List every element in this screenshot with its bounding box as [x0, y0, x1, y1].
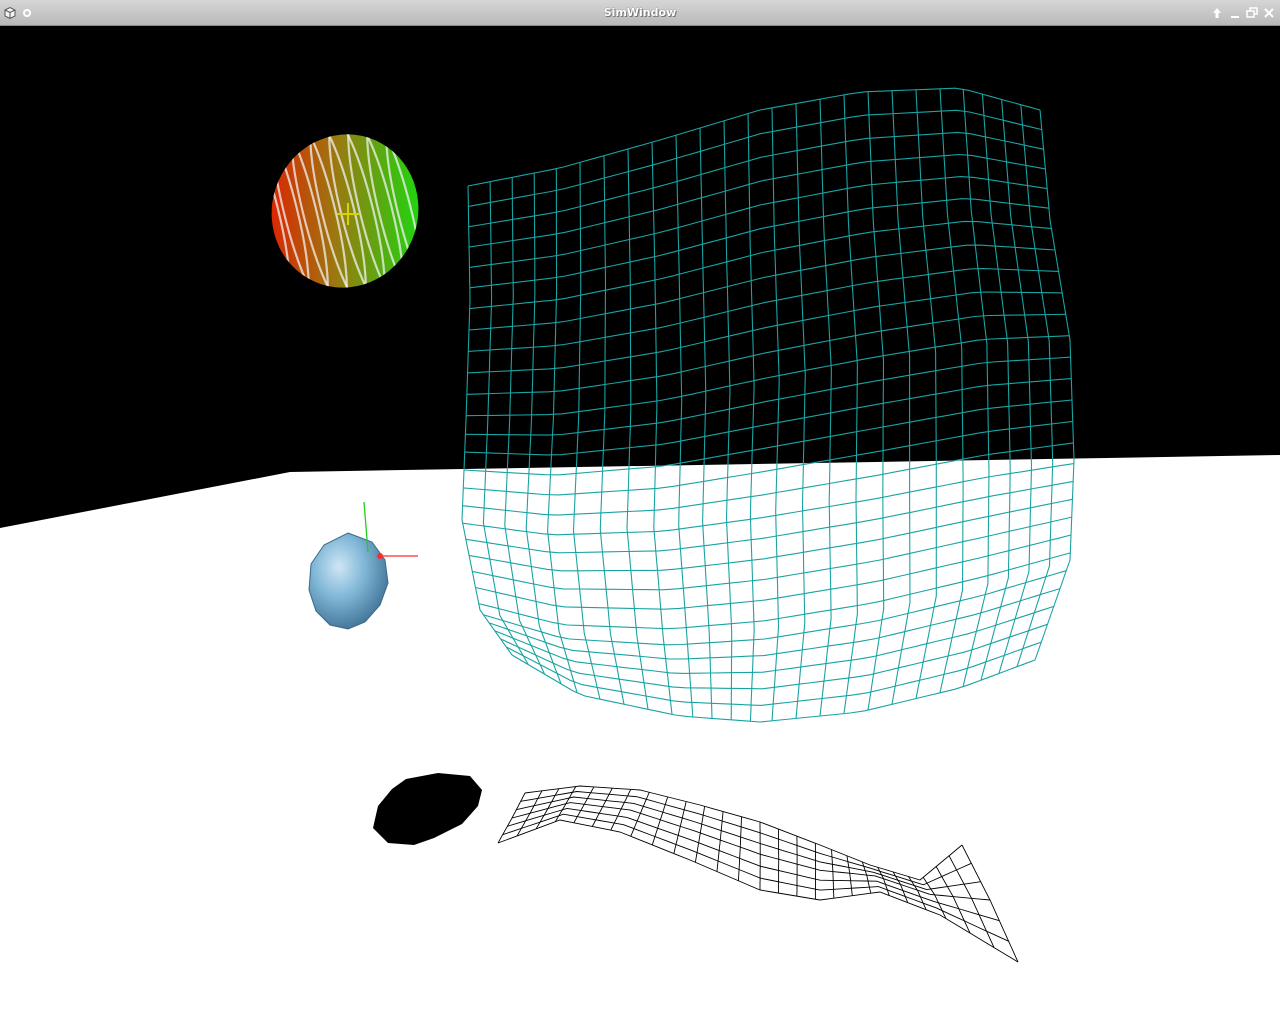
window-title: SimWindow	[603, 6, 677, 19]
maximize-icon[interactable]	[1244, 5, 1260, 21]
ground-plane	[0, 455, 1280, 1024]
arrow-up-icon[interactable]	[1209, 5, 1225, 21]
close-icon[interactable]	[1261, 5, 1277, 21]
window-titlebar[interactable]: SimWindow	[0, 0, 1280, 26]
minimize-icon[interactable]	[1227, 5, 1243, 21]
sim-viewport[interactable]	[0, 26, 1280, 1024]
